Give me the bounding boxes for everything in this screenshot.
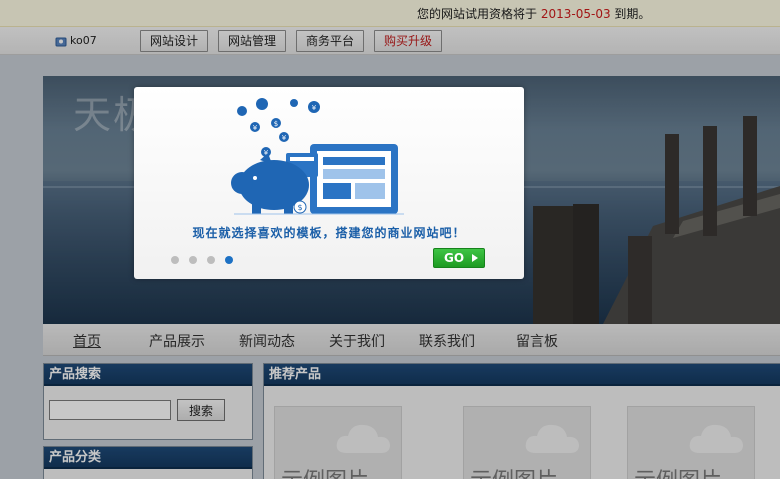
svg-text:¥: ¥ [312, 104, 317, 112]
carousel-dot-active[interactable] [225, 256, 233, 264]
play-arrow-icon [472, 254, 478, 262]
falling-coins-icon [237, 98, 320, 157]
template-window-icon [310, 144, 398, 214]
svg-text:$: $ [297, 203, 302, 212]
go-label: GO [444, 251, 465, 265]
carousel-dot[interactable] [189, 256, 197, 264]
svg-text:$: $ [274, 120, 278, 128]
go-button[interactable]: GO [433, 248, 485, 268]
svg-text:¥: ¥ [253, 124, 258, 132]
carousel-dot[interactable] [171, 256, 179, 264]
promo-slogan: 现在就选择喜欢的模板，搭建您的商业网站吧！ [192, 226, 466, 240]
template-promo-modal: ¥ $ ¥ ¥ ¥ $ 现在就选择喜欢的模板，搭建您的商业网站吧！ GO [134, 87, 524, 279]
carousel-dots [171, 256, 233, 264]
svg-text:¥: ¥ [282, 134, 287, 142]
carousel-dot[interactable] [207, 256, 215, 264]
